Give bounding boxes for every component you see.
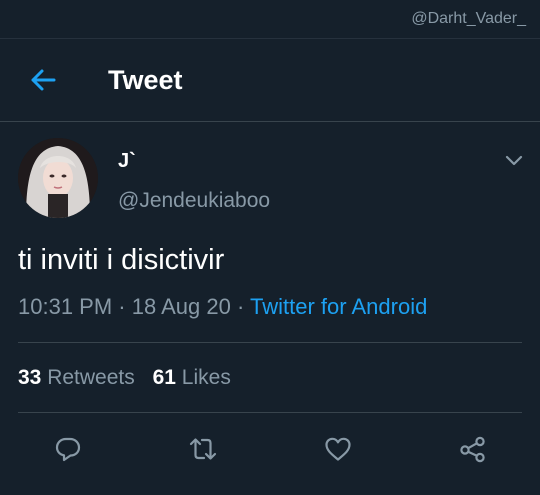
tweet-meta: 10:31 PM · 18 Aug 20 · Twitter for Andro…	[18, 294, 427, 320]
divider	[18, 342, 522, 343]
tweet-stats: 33 Retweets 61 Likes	[18, 366, 231, 390]
watermark: @Darht_Vader_	[411, 10, 526, 27]
page-title: Tweet	[108, 65, 183, 95]
chevron-down-icon	[505, 155, 523, 166]
arrow-left-icon	[31, 69, 56, 91]
retweets-count: 33	[18, 366, 42, 389]
reply-icon	[55, 437, 81, 462]
divider	[18, 412, 522, 413]
display-name[interactable]: J`	[118, 150, 136, 173]
more-options-button[interactable]	[503, 153, 525, 169]
back-button[interactable]	[28, 65, 58, 95]
meta-separator: ·	[118, 294, 126, 319]
user-handle[interactable]: @Jendeukiaboo	[118, 189, 270, 213]
tweet-date: 18 Aug 20	[131, 294, 231, 319]
retweets-label: Retweets	[47, 366, 135, 389]
header: Tweet	[0, 39, 540, 122]
tweet-time: 10:31 PM	[18, 294, 113, 319]
likes-count: 61	[152, 366, 176, 389]
retweet-icon	[189, 438, 217, 460]
share-icon	[460, 436, 485, 463]
meta-separator: ·	[236, 294, 245, 319]
retweets-stat[interactable]: 33 Retweets	[18, 366, 135, 390]
likes-stat[interactable]: 61 Likes	[153, 366, 231, 390]
avatar-image	[18, 138, 98, 218]
tweet-source-link[interactable]: Twitter for Android	[250, 294, 427, 319]
avatar[interactable]	[18, 138, 98, 218]
reply-button[interactable]	[53, 434, 83, 464]
likes-label: Likes	[181, 366, 231, 389]
heart-icon	[325, 437, 351, 461]
share-button[interactable]	[458, 434, 488, 464]
like-button[interactable]	[323, 434, 353, 464]
tweet-text: ti inviti i disictivir	[18, 244, 225, 276]
retweet-button[interactable]	[188, 434, 218, 464]
